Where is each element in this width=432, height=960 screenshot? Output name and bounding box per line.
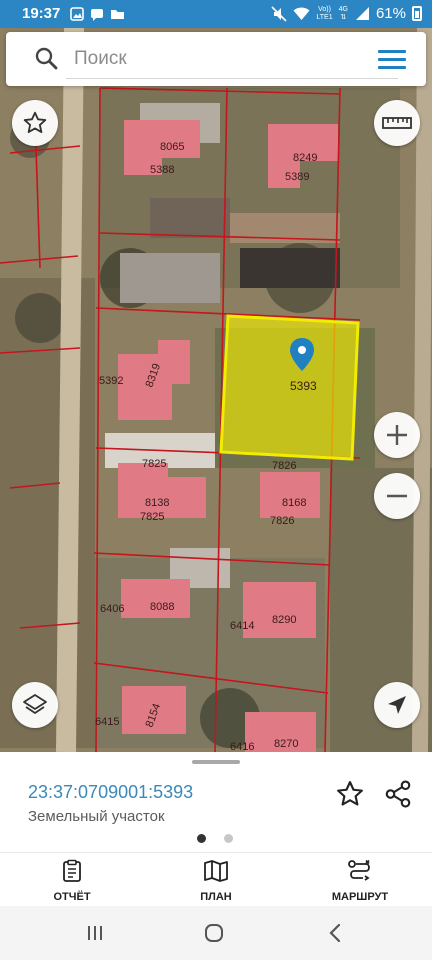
parcel-label: 8065 <box>160 141 184 153</box>
parcel-label: 6415 <box>95 716 119 728</box>
parcel-label: 7825 <box>140 511 164 523</box>
zoom-in-button[interactable] <box>374 412 420 458</box>
layers-icon <box>23 694 47 714</box>
tab-report-label: ОТЧЁТ <box>53 891 91 903</box>
status-time: 19:37 <box>22 5 61 22</box>
page-indicator <box>197 834 233 843</box>
route-icon <box>348 859 370 881</box>
parcel-label: 8168 <box>282 497 306 509</box>
navigation-arrow-icon <box>388 696 406 714</box>
system-icons: Vo)) LTE1 4G ⇅ 61% <box>271 5 422 22</box>
tab-route-label: МАРШРУТ <box>331 891 389 903</box>
wifi-icon <box>293 7 310 20</box>
home-icon[interactable] <box>204 923 224 943</box>
notification-icons <box>70 7 125 21</box>
menu-icon[interactable] <box>378 50 406 70</box>
folder-notification-icon <box>111 10 124 19</box>
tab-report[interactable]: ОТЧЁТ <box>17 859 127 903</box>
bottom-tab-bar: ОТЧЁТ ПЛАН МАРШРУТ <box>0 852 432 906</box>
photo-notification-icon <box>70 7 84 21</box>
favorites-button[interactable] <box>12 100 58 146</box>
page-dot <box>224 834 233 843</box>
back-icon[interactable] <box>328 923 342 943</box>
my-location-button[interactable] <box>374 682 420 728</box>
object-type: Земельный участок <box>28 808 165 825</box>
parcel-info-sheet[interactable]: 23:37:0709001:5393 Земельный участок <box>0 752 432 852</box>
map-plan-icon <box>204 860 228 882</box>
parcel-label: 8290 <box>272 614 296 626</box>
cadastral-number: 23:37:0709001:5393 <box>28 782 194 802</box>
parcel-label: 8138 <box>145 497 169 509</box>
tab-route[interactable]: МАРШРУТ <box>305 859 415 903</box>
sheet-drag-handle[interactable] <box>192 760 240 764</box>
plus-icon <box>387 425 407 445</box>
parcel-label: 5389 <box>285 171 309 183</box>
mute-icon <box>271 5 287 22</box>
parcel-label: 5388 <box>150 164 174 176</box>
recent-apps-icon[interactable] <box>86 924 104 942</box>
parcel-label: 8088 <box>150 601 174 613</box>
star-icon <box>23 111 47 134</box>
page-dot-active <box>197 834 206 843</box>
map-canvas: 5393 8065 5388 8249 5389 5392 8319 7825 … <box>0 28 432 752</box>
app-root: 19:37 Vo)) LTE1 4G ⇅ 61% 5393 8065 5388 … <box>0 0 432 960</box>
search-icon[interactable] <box>34 46 58 70</box>
search-input[interactable]: Поиск <box>74 48 127 70</box>
network-indicator: Vo)) LTE1 <box>316 5 333 21</box>
system-nav-bar <box>0 906 432 960</box>
battery-percent: 61% <box>375 5 406 22</box>
parcel-label: 6414 <box>230 620 254 632</box>
tab-plan-label: ПЛАН <box>200 891 232 903</box>
parcel-label: 7825 <box>142 458 166 470</box>
selected-parcel-label: 5393 <box>290 379 317 393</box>
lte-indicator: 4G ⇅ <box>338 5 348 21</box>
parcel-label: 7826 <box>272 460 296 472</box>
parcel-label: 7826 <box>270 515 294 527</box>
ruler-button[interactable] <box>374 100 420 146</box>
search-bar[interactable]: Поиск <box>6 32 426 86</box>
tab-plan[interactable]: ПЛАН <box>161 859 271 903</box>
zoom-out-button[interactable] <box>374 473 420 519</box>
signal-icon <box>355 7 369 20</box>
parcel-label: 5392 <box>99 375 123 387</box>
search-underline <box>66 78 398 79</box>
parcel-label: 8249 <box>293 152 317 164</box>
layers-button[interactable] <box>12 682 58 728</box>
parcel-label: 6406 <box>100 603 124 615</box>
ruler-icon <box>382 117 412 129</box>
minus-icon <box>387 494 407 498</box>
share-icon[interactable] <box>383 779 413 809</box>
favorite-star-icon[interactable] <box>335 779 365 809</box>
parcel-label: 6416 <box>230 741 254 752</box>
report-icon <box>63 859 81 882</box>
sms-notification-icon <box>91 9 103 21</box>
status-bar: 19:37 Vo)) LTE1 4G ⇅ 61% <box>0 0 432 28</box>
parcel-label: 8270 <box>274 738 298 750</box>
battery-icon <box>412 6 422 21</box>
satellite-map[interactable]: 5393 8065 5388 8249 5389 5392 8319 7825 … <box>0 28 432 752</box>
